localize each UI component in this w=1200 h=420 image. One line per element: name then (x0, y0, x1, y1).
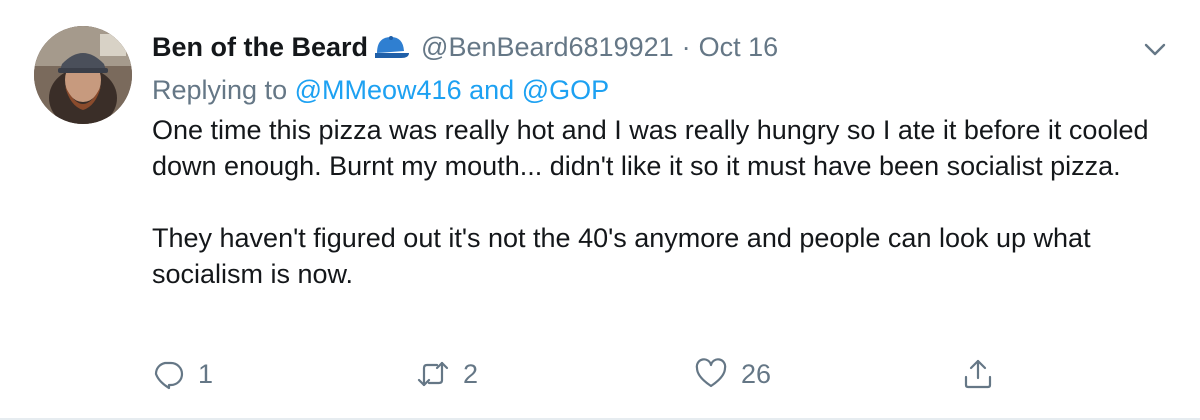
tweet-text: One time this pizza was really hot and I… (152, 112, 1152, 292)
tweet-paragraph: They haven't figured out it's not the 40… (152, 223, 1091, 289)
retweet-icon (417, 361, 449, 387)
blue-cap-icon (375, 36, 410, 58)
avatar[interactable] (34, 26, 132, 124)
reply-button[interactable]: 1 (152, 358, 213, 390)
heart-icon (695, 358, 727, 388)
like-count: 26 (741, 358, 772, 389)
like-button[interactable]: 26 (695, 358, 771, 390)
tweet-date[interactable]: Oct 16 (699, 32, 779, 63)
replying-prefix: Replying to (152, 75, 288, 105)
reply-icon (154, 361, 184, 390)
tweet-paragraph: One time this pizza was really hot and I… (152, 115, 1149, 181)
reply-count: 1 (198, 358, 214, 389)
display-name[interactable]: Ben of the Beard (152, 32, 368, 63)
tweet[interactable]: Ben of the Beard @BenBeard6819921 · Oct … (0, 0, 1200, 420)
mention-link-gop[interactable]: @GOP (522, 75, 609, 105)
tweet-header: Ben of the Beard @BenBeard6819921 · Oct … (152, 24, 1170, 70)
replying-conjunction[interactable]: and (469, 75, 514, 105)
retweet-button[interactable]: 2 (417, 358, 478, 390)
tweet-content: Ben of the Beard @BenBeard6819921 · Oct … (152, 24, 1170, 292)
chevron-down-icon[interactable] (1140, 34, 1170, 64)
retweet-count: 2 (463, 358, 479, 389)
separator-dot: · (681, 31, 691, 62)
share-icon (964, 359, 992, 389)
tweet-actions: 1 2 26 (152, 358, 1012, 398)
user-handle[interactable]: @BenBeard6819921 (421, 32, 674, 63)
share-button[interactable] (962, 358, 994, 390)
replying-to: Replying to @MMeow416 and @GOP (152, 70, 1170, 110)
avatar-photo (34, 26, 132, 124)
mention-link-mmeow416[interactable]: @MMeow416 (295, 75, 462, 105)
